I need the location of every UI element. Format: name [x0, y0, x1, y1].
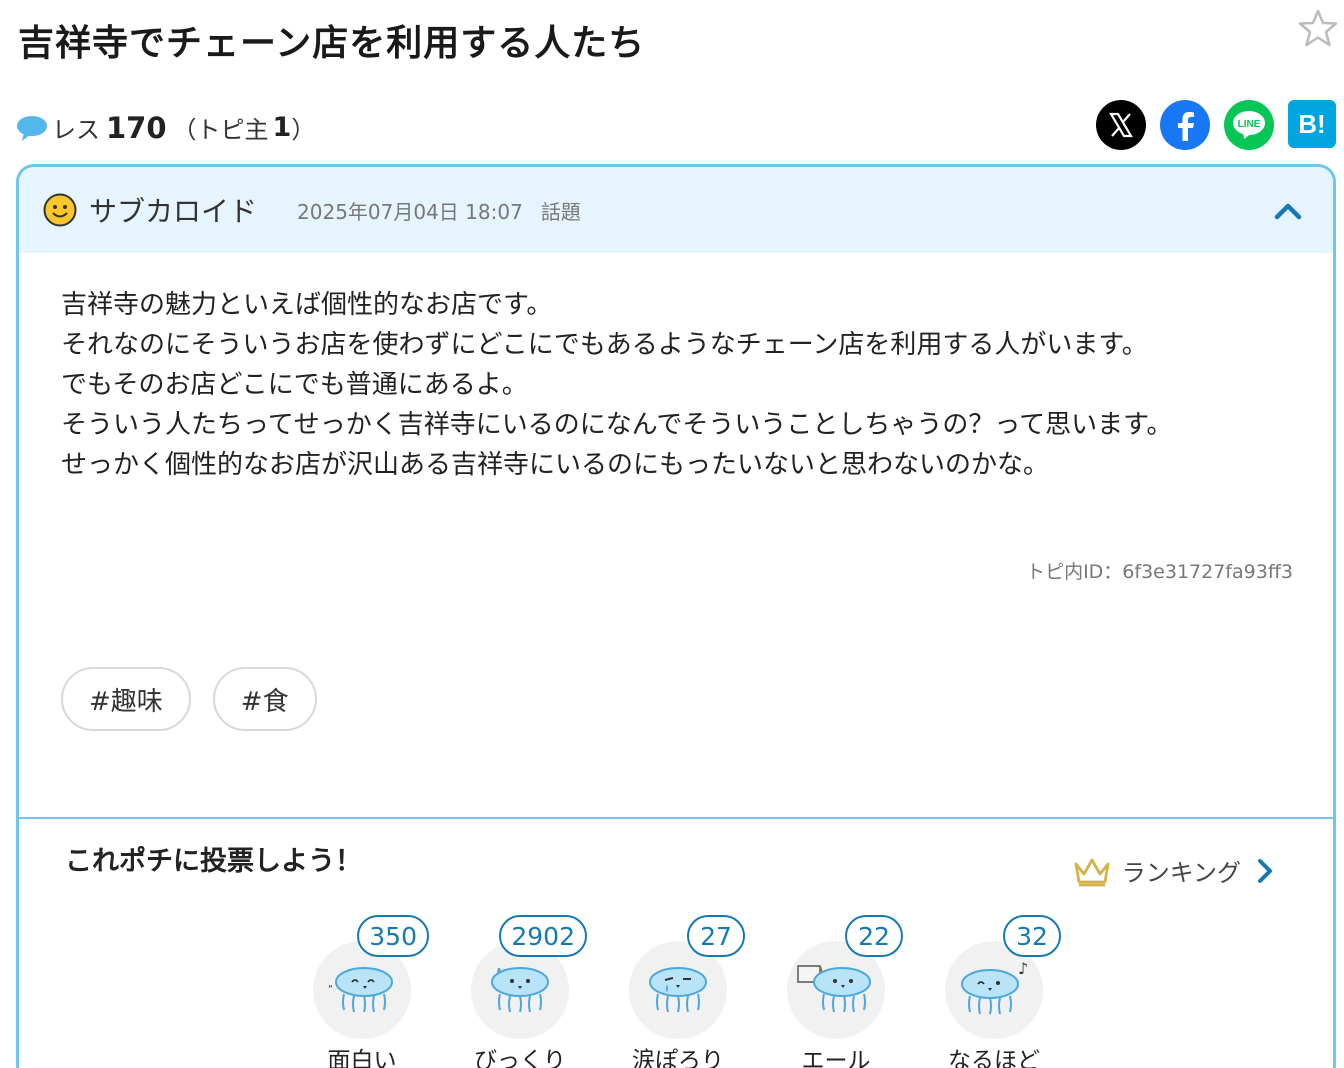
svg-text:♪: ♪ — [1018, 962, 1028, 978]
vote-label: 涙ぽろり — [632, 1048, 724, 1068]
vote-namida[interactable]: 27 涙ぽろり — [629, 915, 745, 1068]
share-buttons: LINE B! — [1096, 100, 1336, 150]
vote-count: 27 — [687, 915, 745, 957]
post-date: 2025年07月04日 18:07 — [297, 199, 523, 224]
share-line-button[interactable]: LINE — [1224, 100, 1274, 150]
post-body-line: せっかく個性的なお店が沢山ある吉祥寺にいるのにもったいないと思わないのかな。 — [61, 450, 1050, 480]
vote-label: びっくり — [474, 1048, 566, 1068]
chevron-right-icon — [1258, 858, 1272, 883]
author-name[interactable]: サブカロイド — [89, 190, 257, 230]
line-logo-icon: LINE — [1233, 111, 1265, 139]
res-count: 170 — [106, 110, 167, 145]
smiley-face-icon — [43, 193, 77, 227]
facebook-logo-icon — [1178, 112, 1194, 141]
vote-bikkuri[interactable]: 2902 びっくり — [471, 915, 587, 1068]
topic-title: 吉祥寺でチェーン店を利用する人たち — [18, 23, 646, 64]
tag-hobby[interactable]: #趣味 — [61, 667, 191, 731]
post-body-line: そういう人たちってせっかく吉祥寺にいるのになんでそういうことしちゃうの？って思い… — [61, 410, 1173, 440]
post-body: 吉祥寺の魅力といえば個性的なお店です。 それなのにそういうお店を使わずにどこにで… — [61, 285, 1281, 485]
hatena-logo-text: B! — [1298, 108, 1326, 139]
jellyfish-flag-icon — [797, 965, 871, 1013]
vote-yell[interactable]: 22 エール — [787, 915, 903, 1068]
ranking-link[interactable]: ランキング — [1072, 853, 1275, 888]
post-body-line: でもそのお店どこにでも普通にあるよ。 — [61, 370, 528, 400]
owner-suffix: ） — [291, 116, 316, 144]
vote-count: 2902 — [499, 915, 587, 957]
vote-section-title: これポチに投票しよう！ — [65, 846, 362, 877]
tag-list: #趣味 #食 — [61, 667, 317, 731]
share-facebook-button[interactable] — [1160, 100, 1210, 150]
jellyfish-music-icon: ♪ — [961, 962, 1028, 1015]
vote-label: エール — [801, 1048, 871, 1068]
crown-icon — [1074, 858, 1110, 886]
vote-count: 350 — [357, 915, 429, 957]
section-divider — [19, 817, 1333, 819]
owner-count: 1 — [272, 112, 292, 143]
svg-text:LINE: LINE — [1238, 119, 1261, 130]
post-body-line: 吉祥寺の魅力といえば個性的なお店です。 — [61, 290, 553, 320]
vote-naruhodo[interactable]: ♪ 32 なるほど — [945, 915, 1061, 1068]
tag-food[interactable]: #食 — [212, 667, 317, 731]
post-header: サブカロイド 2025年07月04日 18:07 話題 — [19, 167, 1333, 253]
response-summary: レス 170 （トピ主 1 ） — [16, 110, 315, 145]
svg-text:": " — [328, 984, 333, 995]
vote-count: 22 — [845, 915, 903, 957]
jellyfish-laugh-icon: " — [328, 967, 393, 1013]
topic-id: トピ内ID：6f3e31727fa93ff3 — [1026, 561, 1293, 583]
jellyfish-crying-icon — [649, 967, 707, 1013]
ranking-label: ランキング — [1121, 859, 1241, 887]
topic-card: サブカロイド 2025年07月04日 18:07 話題 吉祥寺の魅力といえば個性… — [16, 164, 1336, 1068]
share-hatena-button[interactable]: B! — [1288, 100, 1336, 148]
res-label: レス — [52, 116, 100, 144]
share-x-button[interactable] — [1096, 100, 1146, 150]
favorite-star-icon[interactable] — [1298, 8, 1338, 48]
speech-bubble-icon — [17, 115, 47, 141]
post-body-line: それなのにそういうお店を使わずにどこにでもあるようなチェーン店を利用する人がいま… — [61, 330, 1148, 360]
jellyfish-surprised-icon — [491, 967, 549, 1013]
chevron-up-icon[interactable] — [1271, 195, 1305, 225]
post-category[interactable]: 話題 — [541, 196, 581, 225]
x-logo-icon — [1109, 112, 1133, 138]
vote-label: 面白い — [327, 1048, 397, 1068]
owner-prefix: （トピ主 — [172, 116, 269, 144]
vote-buttons: " 350 面白い 2902 びっくり 27 涙ぽろり 22 エール ♪ 32 … — [313, 915, 1061, 1068]
vote-count: 32 — [1003, 915, 1061, 957]
vote-label: なるほど — [948, 1048, 1040, 1068]
vote-omoshiroi[interactable]: " 350 面白い — [313, 915, 429, 1068]
